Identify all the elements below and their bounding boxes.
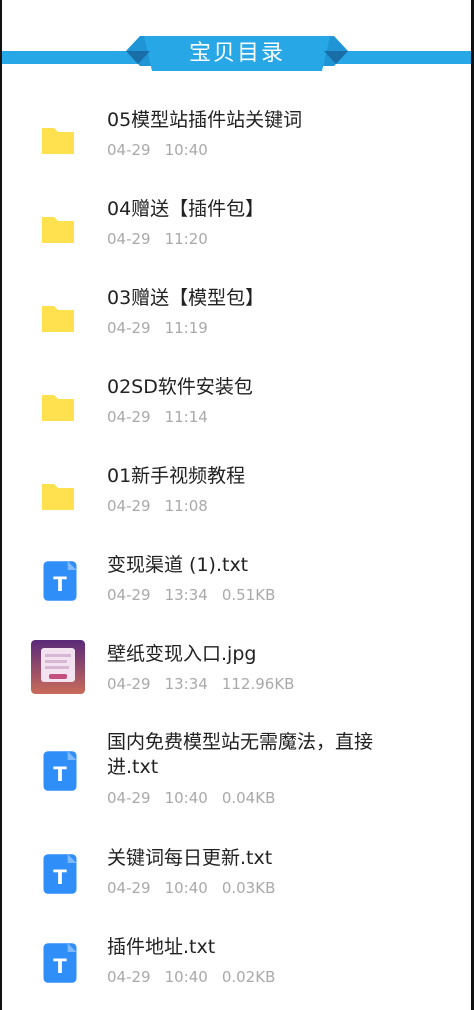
item-name-line-1: 国内免费模型站无需魔法，直接	[107, 731, 374, 753]
item-date: 04-29	[107, 968, 151, 986]
item-date: 04-29	[107, 675, 151, 693]
item-meta: 04-29 11:08	[107, 496, 222, 516]
item-meta: 04-29 11:19	[107, 318, 222, 338]
list-item[interactable]: T 关键词每日更新.txt 04-29 10:40 0.03KB	[0, 836, 474, 916]
item-date: 04-29	[107, 879, 151, 897]
item-time: 10:40	[164, 789, 208, 807]
item-size: 112.96KB	[221, 675, 295, 693]
item-name: 01新手视频教程	[107, 465, 246, 487]
list-item[interactable]: 01新手视频教程 04-29 11:08	[0, 454, 474, 534]
list-item[interactable]: T 变现渠道 (1).txt 04-29 13:34 0.51KB	[0, 543, 474, 623]
item-date: 04-29	[107, 141, 151, 159]
image-thumbnail	[31, 640, 85, 694]
item-name: 变现渠道 (1).txt	[107, 554, 249, 576]
item-size: 0.04KB	[221, 789, 276, 807]
folder-icon	[42, 306, 74, 332]
item-time: 11:19	[164, 319, 208, 337]
folder-icon	[42, 484, 74, 510]
item-size: 0.51KB	[221, 586, 276, 604]
item-time: 11:20	[164, 230, 208, 248]
item-time: 10:40	[164, 141, 208, 159]
item-time: 13:34	[164, 586, 208, 604]
item-meta: 04-29 11:14	[107, 407, 222, 427]
item-date: 04-29	[107, 497, 151, 515]
list-item[interactable]: 03赠送【模型包】 04-29 11:19	[0, 276, 474, 356]
svg-text:T: T	[53, 955, 67, 978]
item-meta: 04-29 13:34 112.96KB	[107, 674, 308, 694]
item-date: 04-29	[107, 789, 151, 807]
file-list: 05模型站插件站关键词 04-29 10:40 04赠送【插件包】 04-29 11…	[0, 0, 474, 1010]
item-time: 10:40	[164, 879, 208, 897]
item-date: 04-29	[107, 319, 151, 337]
svg-text:T: T	[53, 763, 67, 786]
item-meta: 04-29 10:40	[107, 140, 222, 160]
list-item[interactable]: 04赠送【插件包】 04-29 11:20	[0, 187, 474, 267]
text-file-icon: T	[43, 854, 77, 894]
item-name: 05模型站插件站关键词	[107, 109, 303, 131]
item-name: 03赠送【模型包】	[107, 287, 265, 309]
item-size: 0.03KB	[221, 879, 276, 897]
item-meta: 04-29 10:40 0.04KB	[107, 788, 289, 808]
item-name: 02SD软件安装包	[107, 376, 253, 398]
item-time: 10:40	[164, 968, 208, 986]
item-name: 关键词每日更新.txt	[107, 847, 273, 869]
folder-icon	[42, 128, 74, 154]
item-meta: 04-29 10:40 0.02KB	[107, 967, 289, 987]
item-time: 13:34	[164, 675, 208, 693]
item-meta: 04-29 10:40 0.03KB	[107, 878, 289, 898]
item-date: 04-29	[107, 586, 151, 604]
text-file-icon: T	[43, 561, 77, 601]
list-item[interactable]: 05模型站插件站关键词 04-29 10:40	[0, 98, 474, 178]
svg-text:T: T	[53, 573, 67, 596]
item-time: 11:08	[164, 497, 208, 515]
item-date: 04-29	[107, 230, 151, 248]
list-item[interactable]: T 插件地址.txt 04-29 10:40 0.02KB	[0, 925, 474, 1005]
item-date: 04-29	[107, 408, 151, 426]
svg-text:T: T	[53, 866, 67, 889]
item-time: 11:14	[164, 408, 208, 426]
list-item[interactable]: 02SD软件安装包 04-29 11:14	[0, 365, 474, 445]
list-item[interactable]: T 国内免费模型站无需魔法，直接 进.txt 04-29 10:40 0.04KB	[0, 721, 474, 831]
item-name-line-2: 进.txt	[107, 756, 159, 778]
item-meta: 04-29 13:34 0.51KB	[107, 585, 289, 605]
folder-icon	[42, 395, 74, 421]
folder-icon	[42, 217, 74, 243]
list-item[interactable]: 壁纸变现入口.jpg 04-29 13:34 112.96KB	[0, 632, 474, 712]
item-name: 04赠送【插件包】	[107, 198, 265, 220]
text-file-icon: T	[43, 943, 77, 983]
text-file-icon: T	[43, 751, 77, 791]
item-name: 壁纸变现入口.jpg	[107, 643, 257, 665]
item-size: 0.02KB	[221, 968, 276, 986]
item-name: 插件地址.txt	[107, 936, 216, 958]
item-meta: 04-29 11:20	[107, 229, 222, 249]
